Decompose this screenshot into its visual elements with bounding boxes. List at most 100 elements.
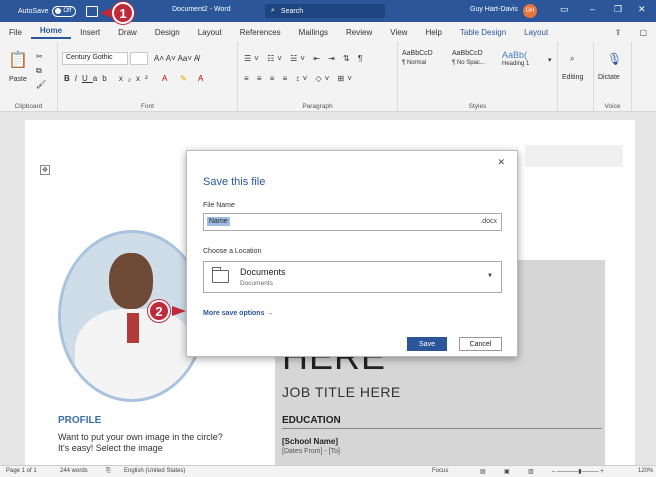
search-icon: ⌕ — [271, 7, 275, 14]
font-format-icons[interactable]: BIUab x₂x² — [64, 74, 153, 83]
location-dropdown[interactable]: Documents Documents ▼ — [203, 261, 502, 293]
job-title[interactable]: JOB TITLE HERE — [282, 384, 401, 400]
dialog-close-icon[interactable]: ✕ — [497, 157, 505, 168]
editing-group: ⌕ Editing — [558, 42, 594, 112]
profile-heading[interactable]: PROFILE — [58, 415, 101, 426]
tab-layout[interactable]: Layout — [189, 28, 231, 37]
word-count[interactable]: 244 words — [60, 468, 88, 474]
paste-icon[interactable]: 📋 — [8, 50, 28, 70]
read-mode-icon[interactable]: ▤ — [480, 468, 486, 475]
zoom-level[interactable]: 120% — [638, 468, 653, 474]
minimize-icon[interactable]: – — [590, 4, 595, 14]
status-bar: Page 1 of 1 244 words ⎘ English (United … — [0, 465, 656, 477]
style-no-spacing-name: ¶ No Spac... — [452, 60, 485, 66]
share-icon[interactable]: ⇪ — [606, 28, 631, 37]
print-layout-icon[interactable]: ▣ — [504, 468, 510, 475]
grow-font-icon[interactable]: A˄ A˅ Aa˅ A̸ — [154, 54, 199, 63]
tab-table-layout[interactable]: Layout — [515, 28, 557, 37]
clipboard-group: 📋 Paste ✂ ⧉ 🖌 Clipboard — [0, 42, 58, 112]
find-icon[interactable]: ⌕ — [570, 54, 574, 64]
tab-references[interactable]: References — [231, 28, 290, 37]
education-heading[interactable]: EDUCATION — [282, 415, 341, 426]
callout-2: 2 — [148, 300, 170, 322]
focus-mode[interactable]: Focus — [432, 468, 448, 474]
callout-2-arrow — [172, 306, 186, 316]
paste-label[interactable]: Paste — [9, 76, 27, 83]
font-group: Century Gothic A˄ A˅ Aa˅ A̸ BIUab x₂x² A… — [58, 42, 238, 112]
tab-insert[interactable]: Insert — [71, 28, 109, 37]
autosave-control[interactable]: AutoSave Off — [18, 5, 77, 17]
microphone-icon[interactable]: 🎙 — [607, 52, 622, 66]
alignment-icons[interactable]: ≡ ≡ ≡ ≡ ↕˅ ◇˅ ⊞˅ — [244, 74, 355, 83]
tab-review[interactable]: Review — [337, 28, 381, 37]
font-color-icon[interactable]: A — [198, 74, 203, 83]
language[interactable]: English (United States) — [124, 468, 185, 474]
font-size-box[interactable] — [130, 52, 148, 65]
tab-table-design[interactable]: Table Design — [451, 28, 515, 37]
profile-text[interactable]: Want to put your own image in the circle… — [58, 432, 228, 454]
dictate-label[interactable]: Dictate — [598, 74, 620, 81]
chevron-down-icon[interactable]: ▼ — [487, 273, 493, 279]
location-name: Documents — [240, 267, 286, 277]
close-icon[interactable]: ✕ — [638, 4, 646, 15]
document-title: Document2 - Word — [172, 6, 231, 13]
location-label: Choose a Location — [203, 248, 262, 255]
tab-mailings[interactable]: Mailings — [290, 28, 337, 37]
education-divider — [282, 428, 602, 429]
file-name-value[interactable]: Name — [207, 217, 230, 226]
style-no-spacing[interactable]: AaBbCcD ¶ No Spac... — [452, 50, 500, 84]
style-normal[interactable]: AaBbCcD ¶ Normal — [402, 50, 450, 84]
file-name-field[interactable]: Name .docx — [203, 213, 502, 231]
save-icon[interactable] — [86, 5, 99, 17]
save-button[interactable]: Save — [407, 337, 447, 351]
paragraph-group-label: Paragraph — [302, 103, 333, 110]
autosave-toggle[interactable]: Off — [52, 5, 77, 17]
search-box[interactable]: ⌕ Search — [265, 4, 385, 18]
cancel-button[interactable]: Cancel — [459, 337, 502, 351]
profile-photo[interactable] — [58, 230, 206, 402]
copy-icon[interactable]: ⧉ — [36, 66, 42, 76]
user-name[interactable]: Guy Hart-Davis — [470, 6, 518, 13]
styles-more-icon[interactable]: ▾ — [548, 56, 552, 64]
tab-home[interactable]: Home — [30, 26, 72, 39]
callout-1: 1 — [112, 2, 134, 24]
photo-tie — [127, 313, 139, 343]
tab-draw[interactable]: Draw — [109, 28, 146, 37]
zoom-slider[interactable]: – ─────▮──── + — [552, 468, 604, 475]
style-heading-1[interactable]: AaBb( Heading 1 — [502, 50, 550, 84]
cut-icon[interactable]: ✂ — [36, 52, 43, 61]
voice-group: 🎙 Dictate Voice — [594, 42, 632, 112]
highlight-icon[interactable]: ✎ — [180, 74, 187, 83]
style-no-spacing-preview: AaBbCcD — [452, 50, 483, 57]
tab-view[interactable]: View — [381, 28, 416, 37]
ribbon-display-icon[interactable]: ▭ — [560, 4, 569, 15]
school-dates[interactable]: [Dates From] - [To] — [282, 448, 340, 455]
location-path: Documents — [240, 280, 273, 287]
restore-icon[interactable]: ❐ — [614, 4, 622, 15]
text-effects-icon[interactable]: A — [162, 74, 167, 83]
autosave-label: AutoSave — [18, 7, 49, 15]
tab-help[interactable]: Help — [416, 28, 450, 37]
proofing-icon[interactable]: ⎘ — [106, 468, 111, 475]
header-band — [525, 145, 623, 167]
web-layout-icon[interactable]: ▥ — [528, 468, 534, 475]
tab-design[interactable]: Design — [146, 28, 189, 37]
file-name-label: File Name — [203, 202, 235, 209]
font-name-box[interactable]: Century Gothic — [62, 52, 128, 65]
paragraph-group: ☰˅ ☷˅ ☱˅ ⇤ ⇥ ⇅ ¶ ≡ ≡ ≡ ≡ ↕˅ ◇˅ ⊞˅ Paragr… — [238, 42, 398, 112]
school-name[interactable]: [School Name] — [282, 437, 338, 446]
page-count[interactable]: Page 1 of 1 — [6, 468, 37, 474]
file-extension: .docx — [480, 218, 497, 225]
editing-label[interactable]: Editing — [562, 74, 583, 81]
comments-icon[interactable]: ▢ — [630, 28, 656, 37]
voice-group-label: Voice — [604, 103, 621, 110]
photo-head — [109, 253, 153, 309]
tab-file[interactable]: File — [0, 28, 31, 37]
styles-group: AaBbCcD ¶ Normal AaBbCcD ¶ No Spac... Aa… — [398, 42, 558, 112]
format-painter-icon[interactable]: 🖌 — [36, 80, 46, 89]
table-move-handle-icon[interactable]: ✥ — [40, 165, 50, 175]
save-dialog: ✕ Save this file File Name Name .docx Ch… — [186, 150, 518, 357]
list-icons[interactable]: ☰˅ ☷˅ ☱˅ ⇤ ⇥ ⇅ ¶ — [244, 54, 365, 63]
more-save-options-link[interactable]: More save options → — [203, 310, 273, 317]
avatar[interactable]: GH — [523, 4, 537, 18]
